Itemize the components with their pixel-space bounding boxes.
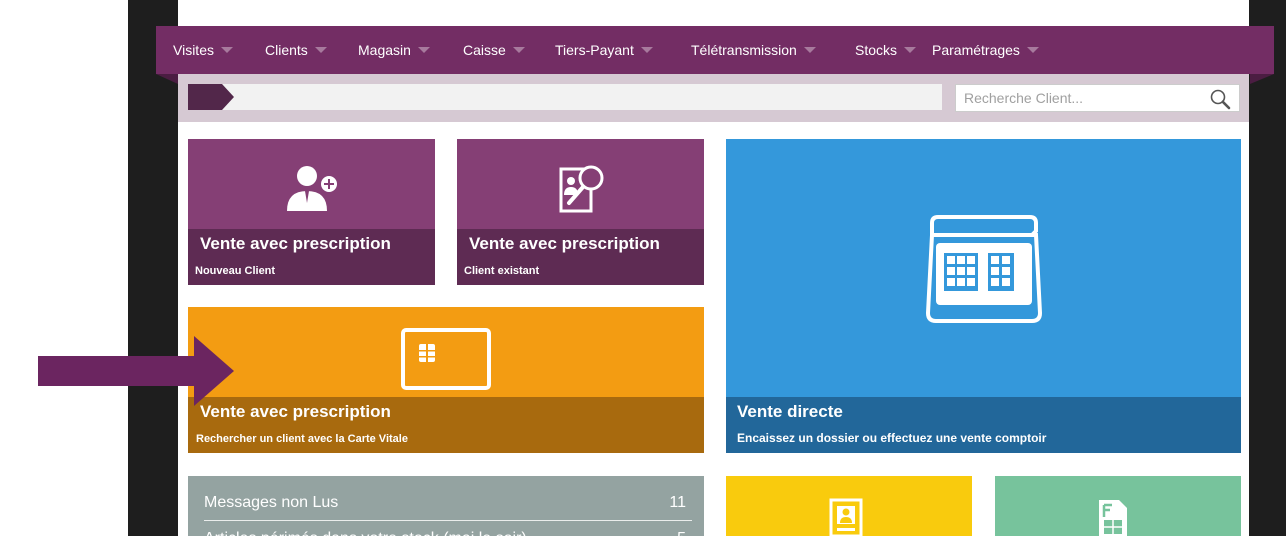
tile-title: Vente directe bbox=[737, 402, 843, 421]
tile-title: Vente avec prescription bbox=[469, 234, 660, 253]
tile-carte-vitale[interactable]: Vente avec prescription Rechercher un cl… bbox=[188, 307, 704, 453]
divider bbox=[204, 520, 692, 521]
tile-subtitle: Rechercher un client avec la Carte Vital… bbox=[196, 433, 408, 445]
nav-item-stocks[interactable]: Stocks bbox=[855, 42, 917, 58]
nav-item-teletransmission[interactable]: Télétransmission bbox=[691, 42, 816, 58]
search-icon[interactable] bbox=[1209, 88, 1231, 110]
tile-subtitle: Encaissez un dossier ou effectuez une ve… bbox=[737, 431, 1047, 445]
chevron-down-icon bbox=[904, 47, 917, 53]
chevron-down-icon bbox=[1026, 47, 1039, 53]
chip-card-icon bbox=[401, 328, 491, 390]
tile-band: Vente avec prescription Client existant bbox=[457, 229, 704, 285]
tile-yellow[interactable] bbox=[726, 476, 972, 536]
message-count: 11 bbox=[669, 494, 686, 511]
chevron-down-icon bbox=[512, 47, 525, 53]
nav-item-magasin[interactable]: Magasin bbox=[358, 42, 430, 58]
tile-band: Vente avec prescription Rechercher un cl… bbox=[188, 397, 704, 453]
spreadsheet-file-icon bbox=[1099, 500, 1127, 536]
tile-band: Vente avec prescription Nouveau Client bbox=[188, 229, 435, 285]
message-label: Articles périmés dans votre stock (mai l… bbox=[204, 530, 527, 547]
breadcrumb bbox=[188, 84, 942, 110]
annotation-arrow bbox=[38, 336, 234, 406]
messages-panel: Messages non Lus 11 Articles périmés dan… bbox=[188, 476, 704, 547]
chevron-down-icon bbox=[640, 47, 653, 53]
search-input[interactable] bbox=[956, 85, 1212, 111]
chevron-down-icon bbox=[417, 47, 430, 53]
id-card-icon bbox=[829, 498, 863, 536]
chevron-down-icon bbox=[314, 47, 327, 53]
user-add-icon bbox=[287, 166, 337, 211]
list-item[interactable]: Articles périmés dans votre stock (mai l… bbox=[204, 524, 686, 556]
tile-title: Vente avec prescription bbox=[200, 234, 391, 253]
nav-item-clients[interactable]: Clients bbox=[265, 42, 327, 58]
list-item[interactable]: Messages non Lus 11 bbox=[204, 488, 686, 520]
tile-subtitle: Client existant bbox=[464, 265, 540, 277]
tile-green[interactable] bbox=[995, 476, 1241, 536]
tile-vente-directe[interactable]: Vente directe Encaissez un dossier ou ef… bbox=[726, 139, 1241, 453]
message-label: Messages non Lus bbox=[204, 494, 339, 511]
cash-register-icon bbox=[925, 215, 1043, 323]
profile-search-icon bbox=[559, 165, 604, 213]
breadcrumb-home[interactable] bbox=[188, 84, 234, 110]
tile-subtitle: Nouveau Client bbox=[195, 265, 276, 277]
tile-new-client[interactable]: Vente avec prescription Nouveau Client bbox=[188, 139, 435, 285]
message-count: 5 bbox=[677, 530, 686, 547]
nav-item-tiers-payant[interactable]: Tiers-Payant bbox=[555, 42, 653, 58]
chevron-down-icon bbox=[220, 47, 233, 53]
client-search bbox=[955, 84, 1240, 112]
nav-item-visites[interactable]: Visites bbox=[173, 42, 233, 58]
nav-item-parametrages[interactable]: Paramétrages bbox=[932, 42, 1039, 58]
tile-band: Vente directe Encaissez un dossier ou ef… bbox=[726, 397, 1241, 453]
main-nav: Visites Clients Magasin Caisse Tiers-Pay… bbox=[156, 26, 1274, 84]
chevron-down-icon bbox=[803, 47, 816, 53]
tile-existing-client[interactable]: Vente avec prescription Client existant bbox=[457, 139, 704, 285]
nav-item-caisse[interactable]: Caisse bbox=[463, 42, 525, 58]
